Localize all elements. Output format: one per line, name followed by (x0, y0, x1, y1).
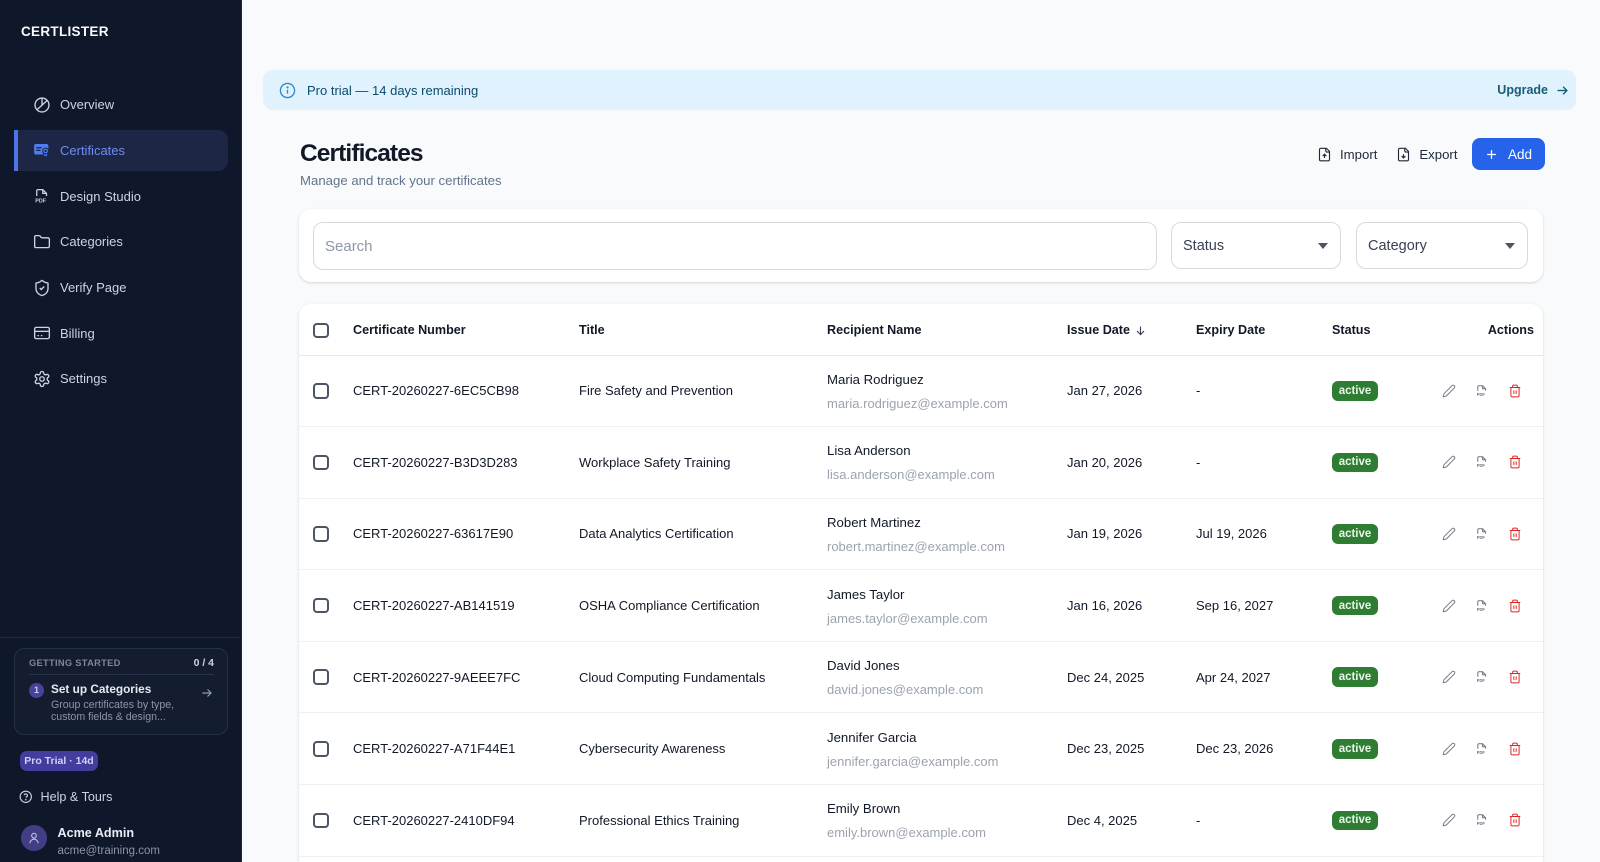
svg-text:PDF: PDF (1477, 463, 1486, 468)
svg-text:PDF: PDF (1477, 750, 1486, 755)
svg-text:PDF: PDF (1477, 678, 1486, 683)
svg-text:PDF: PDF (1477, 535, 1486, 540)
svg-text:PDF: PDF (1477, 821, 1486, 826)
svg-text:PDF: PDF (1477, 392, 1486, 397)
svg-text:PDF: PDF (35, 199, 46, 205)
svg-text:PDF: PDF (1477, 607, 1486, 612)
